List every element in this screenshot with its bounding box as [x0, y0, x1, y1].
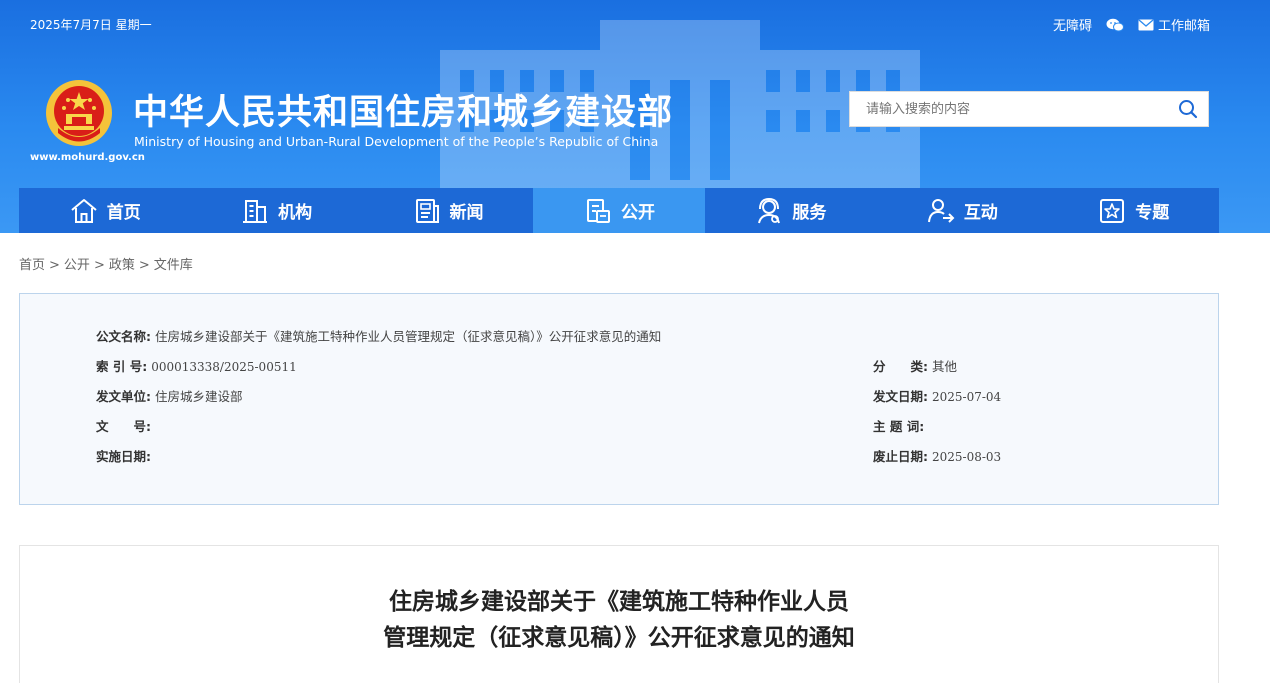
- nav-item-service[interactable]: 服务: [705, 188, 876, 233]
- article-title-line: 管理规定（征求意见稿）》公开征求意见的通知: [383, 625, 855, 651]
- work-mail-link[interactable]: 工作邮箱: [1138, 15, 1210, 34]
- meta-label: 文 号:: [96, 419, 151, 434]
- document-metadata-panel: 公文名称: 住房城乡建设部关于《建筑施工特种作业人员管理规定（征求意见稿）》公开…: [19, 293, 1219, 505]
- meta-label: 索 引 号:: [96, 359, 148, 374]
- search-box: [849, 91, 1209, 127]
- meta-label: 发文单位:: [96, 389, 151, 404]
- search-button[interactable]: [1168, 92, 1208, 126]
- nav-item-public[interactable]: 公开: [533, 188, 705, 233]
- user-interact-icon: [927, 198, 955, 223]
- breadcrumb-public[interactable]: 公开: [64, 258, 90, 273]
- nav-item-organization[interactable]: 机构: [190, 188, 361, 233]
- work-mail-label: 工作邮箱: [1157, 19, 1210, 34]
- service-icon: [758, 197, 781, 223]
- nav-item-news[interactable]: 新闻: [362, 188, 533, 233]
- nav-item-label: 机构: [278, 203, 313, 223]
- meta-value: 2025-08-03: [932, 450, 1002, 464]
- nav-item-label: 首页: [106, 203, 141, 223]
- article-title: 住房城乡建设部关于《建筑施工特种作业人员 管理规定（征求意见稿）》公开征求意见的…: [20, 584, 1218, 656]
- meta-doc-name: 公文名称: 住房城乡建设部关于《建筑施工特种作业人员管理规定（征求意见稿）》公开…: [96, 326, 661, 345]
- nav-item-interaction[interactable]: 互动: [876, 188, 1047, 233]
- meta-doc-number: 文 号:: [96, 416, 155, 435]
- main-nav: 首页 机构 新闻 公开 服务 互动 专题: [19, 188, 1219, 233]
- meta-index: 索 引 号: 000013338/2025-00511: [96, 356, 297, 375]
- nav-item-label: 服务: [792, 203, 827, 223]
- breadcrumb-policy[interactable]: 政策: [109, 258, 135, 273]
- meta-value: 000013338/2025-00511: [151, 360, 297, 374]
- meta-issuer: 发文单位: 住房城乡建设部: [96, 386, 243, 405]
- nav-item-label: 新闻: [449, 203, 484, 223]
- meta-issue-date: 发文日期: 2025-07-04: [873, 386, 1001, 405]
- meta-label: 主 题 词:: [873, 419, 925, 434]
- home-icon: [71, 198, 97, 223]
- wechat-icon[interactable]: [1106, 18, 1124, 32]
- meta-label: 公文名称:: [96, 329, 151, 344]
- meta-label: 发文日期:: [873, 389, 928, 404]
- current-date: 2025年7月7日 星期一: [30, 18, 152, 32]
- breadcrumb-file-library[interactable]: 文件库: [154, 258, 193, 273]
- nav-item-label: 互动: [963, 203, 998, 223]
- building-icon: [243, 199, 268, 223]
- document-icon: [586, 198, 610, 223]
- nav-item-special-topics[interactable]: 专题: [1048, 188, 1219, 233]
- nav-item-label: 公开: [620, 203, 655, 223]
- accessibility-link[interactable]: 无障碍: [1053, 15, 1092, 34]
- news-icon: [415, 198, 439, 223]
- article-content: 住房城乡建设部关于《建筑施工特种作业人员 管理规定（征求意见稿）》公开征求意见的…: [19, 545, 1219, 683]
- meta-value: 住房城乡建设部关于《建筑施工特种作业人员管理规定（征求意见稿）》公开征求意见的通…: [155, 329, 662, 344]
- meta-label: 废止日期:: [873, 449, 928, 464]
- nav-item-label: 专题: [1135, 203, 1170, 223]
- top-utility-links: 无障碍 工作邮箱: [1053, 15, 1210, 34]
- meta-value: 住房城乡建设部: [155, 389, 243, 404]
- search-input[interactable]: [850, 92, 1168, 126]
- mail-icon: [1138, 19, 1154, 30]
- star-icon: [1100, 198, 1125, 223]
- nav-item-home[interactable]: 首页: [19, 188, 190, 233]
- meta-expiry-date: 废止日期: 2025-08-03: [873, 446, 1001, 465]
- breadcrumb-home[interactable]: 首页: [19, 258, 45, 273]
- search-icon: [1179, 100, 1198, 119]
- site-title-english: Ministry of Housing and Urban-Rural Deve…: [134, 134, 659, 149]
- meta-value: 2025-07-04: [932, 390, 1002, 404]
- site-title[interactable]: 中华人民共和国住房和城乡建设部: [133, 84, 673, 135]
- meta-label: 分 类:: [873, 359, 928, 374]
- article-title-line: 住房城乡建设部关于《建筑施工特种作业人员: [389, 589, 849, 615]
- meta-category: 分 类: 其他: [873, 356, 957, 375]
- national-emblem-logo[interactable]: [44, 78, 114, 148]
- meta-effective-date: 实施日期:: [96, 446, 155, 465]
- meta-subject: 主 题 词:: [873, 416, 928, 435]
- site-url: www.mohurd.gov.cn: [30, 152, 145, 163]
- meta-label: 实施日期:: [96, 449, 151, 464]
- meta-value: 其他: [932, 359, 958, 374]
- breadcrumb: 首页 > 公开 > 政策 > 文件库: [19, 258, 193, 273]
